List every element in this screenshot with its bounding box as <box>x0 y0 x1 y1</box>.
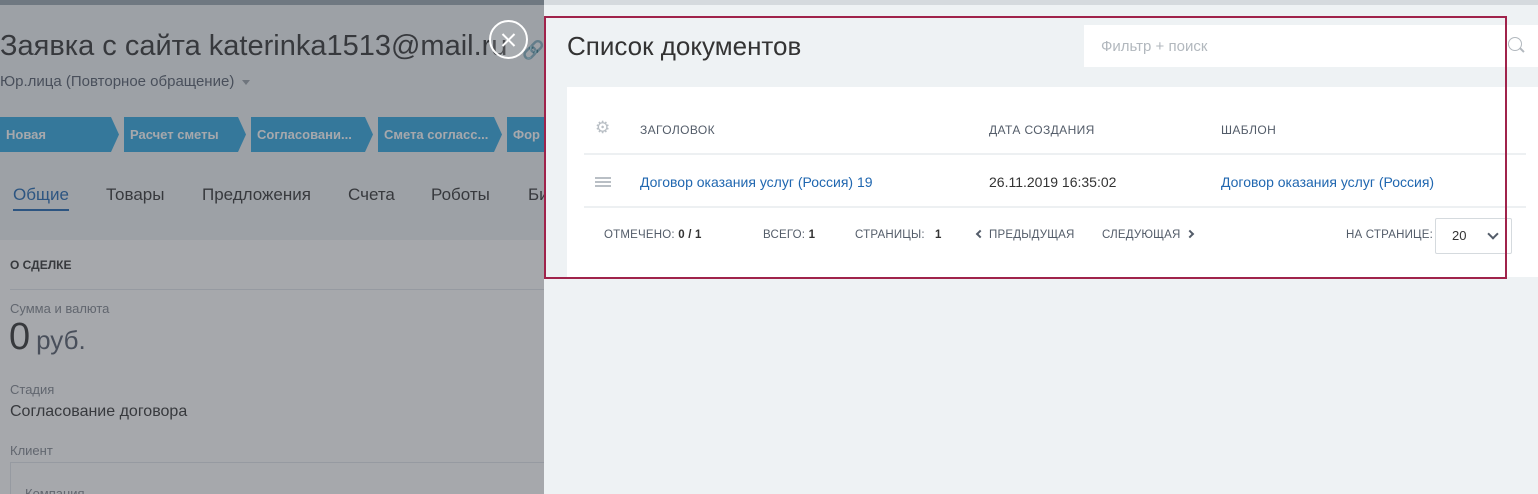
page-size-select[interactable]: 20 <box>1435 218 1512 254</box>
documents-slider: Список документов ⚙ ЗАГОЛОВОК ДАТА СОЗДА… <box>544 0 1538 494</box>
search-icon[interactable] <box>1508 37 1522 51</box>
pages-label: СТРАНИЦЫ: <box>855 229 925 241</box>
prev-page-label: ПРЕДЫДУЩАЯ <box>989 229 1075 241</box>
chevron-down-icon <box>1487 228 1499 240</box>
pages-counter: СТРАНИЦЫ: 1 <box>855 229 942 241</box>
total-value: 1 <box>808 229 816 241</box>
total-label: ВСЕГО: <box>763 229 806 241</box>
next-page-label: СЛЕДУЮЩАЯ <box>1102 229 1181 241</box>
prev-page-button[interactable]: ПРЕДЫДУЩАЯ <box>975 229 1075 241</box>
chevron-left-icon <box>975 229 985 239</box>
next-page-button[interactable]: СЛЕДУЮЩАЯ <box>1102 229 1194 241</box>
page-size-value: 20 <box>1452 228 1467 243</box>
top-bar <box>544 0 1538 5</box>
total-counter: ВСЕГО: 1 <box>763 229 815 241</box>
chevron-right-icon <box>1185 229 1194 239</box>
column-header-template[interactable]: ШАБЛОН <box>1221 123 1276 137</box>
document-created: 26.11.2019 16:35:02 <box>989 174 1117 190</box>
pages-value[interactable]: 1 <box>935 229 942 241</box>
close-icon[interactable] <box>489 20 528 59</box>
marked-counter: ОТМЕЧЕНО: 0 / 1 <box>604 229 702 241</box>
dim-overlay[interactable] <box>0 0 544 494</box>
divider <box>584 206 1526 208</box>
column-header-title[interactable]: ЗАГОЛОВОК <box>640 123 715 137</box>
document-title-link[interactable]: Договор оказания услуг (Россия) 19 <box>640 174 873 190</box>
row-menu-icon[interactable] <box>595 177 611 187</box>
per-page-label: НА СТРАНИЦЕ: <box>1346 229 1434 241</box>
column-header-created[interactable]: ДАТА СОЗДАНИЯ <box>989 123 1095 137</box>
gear-icon[interactable]: ⚙ <box>595 119 611 136</box>
document-template-link[interactable]: Договор оказания услуг (Россия) <box>1221 174 1434 190</box>
documents-grid: ⚙ ЗАГОЛОВОК ДАТА СОЗДАНИЯ ШАБЛОН Договор… <box>567 87 1538 277</box>
divider <box>584 153 1526 155</box>
search-input[interactable] <box>1084 25 1538 67</box>
search-box[interactable] <box>1084 25 1538 67</box>
marked-label: ОТМЕЧЕНО: <box>604 229 675 241</box>
marked-value: 0 / 1 <box>678 229 702 241</box>
page-title: Список документов <box>567 31 802 61</box>
